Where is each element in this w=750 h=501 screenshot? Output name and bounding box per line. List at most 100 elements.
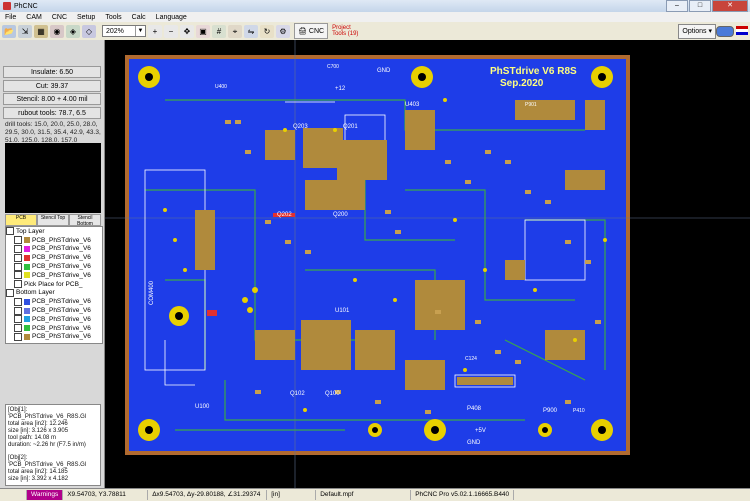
- rubout-icon[interactable]: ◇: [82, 24, 96, 38]
- layer-swatch: [24, 237, 30, 244]
- cnc-label: CNC: [308, 27, 325, 35]
- checkbox[interactable]: [14, 244, 22, 253]
- insulate-label: Insulate: 6.50: [30, 69, 74, 76]
- layer-row[interactable]: PCB_PhSTdrive_V6: [6, 262, 102, 271]
- layer-list: Top Layer PCB_PhSTdrive_V6 PCB_PhSTdrive…: [5, 226, 103, 344]
- toggle-icon[interactable]: [716, 26, 734, 37]
- layer-row[interactable]: PCB_PhSTdrive_V6: [6, 315, 102, 324]
- layer-group-top[interactable]: Top Layer: [6, 227, 102, 236]
- checkbox[interactable]: [14, 262, 22, 271]
- checkbox[interactable]: [14, 315, 22, 324]
- layer-row[interactable]: PCB_PhSTdrive_V6: [6, 324, 102, 333]
- tab-stencil-top[interactable]: Stencil Top: [37, 214, 69, 226]
- cut-button[interactable]: Cut: 39.37: [3, 80, 101, 92]
- insulate-icon[interactable]: ◈: [66, 24, 80, 38]
- layer-row[interactable]: PCB_PhSTdrive_V6: [6, 332, 102, 342]
- zoom-out-icon[interactable]: −: [164, 24, 178, 38]
- label-q201: Q201: [343, 124, 358, 130]
- menu-bar: File CAM CNC Setup Tools Calc Language: [0, 12, 750, 22]
- mirror-icon[interactable]: ⇋: [244, 24, 258, 38]
- version-readout: PhCNC Pro v5.02.1.16665.B440: [411, 490, 515, 500]
- layer-swatch: [24, 245, 30, 252]
- checkbox[interactable]: [14, 332, 22, 341]
- title-bar: PhCNC – □ ✕: [0, 0, 750, 12]
- menu-file[interactable]: File: [0, 14, 21, 21]
- menu-language[interactable]: Language: [151, 14, 192, 21]
- label-q200: Q200: [333, 212, 348, 218]
- checkbox[interactable]: [14, 306, 22, 315]
- close-button[interactable]: ✕: [712, 0, 748, 12]
- checkbox[interactable]: [14, 253, 22, 262]
- rubout-button[interactable]: rubout tools: 78.7, 6.5: [3, 107, 101, 119]
- insulate-button[interactable]: Insulate: 6.50: [3, 66, 101, 78]
- layer-row[interactable]: PCB_PhSTdrive_V6: [6, 253, 102, 262]
- checkbox[interactable]: [14, 280, 22, 289]
- tab-pcb[interactable]: PCB: [5, 214, 37, 226]
- options-button[interactable]: Options ▾: [678, 24, 716, 39]
- label-com400: COM400: [149, 280, 155, 305]
- layer-label: PCB_PhSTdrive_V6: [32, 254, 91, 262]
- zoom-select[interactable]: 202% ▼: [102, 25, 146, 37]
- label-q100: Q100: [325, 391, 340, 397]
- open-icon[interactable]: 📂: [2, 24, 16, 38]
- layer-swatch: [24, 263, 30, 270]
- grid-icon[interactable]: #: [212, 24, 226, 38]
- checkbox[interactable]: [6, 227, 14, 236]
- status-blank: [0, 490, 27, 500]
- info-line: total area [in2]: 12.246: [8, 421, 68, 427]
- layer-row[interactable]: PCB_PhSTdrive_V6: [6, 306, 102, 315]
- fit-icon[interactable]: ▣: [196, 24, 210, 38]
- app-icon: [3, 2, 11, 10]
- layer-row[interactable]: Pick Place for PCB_: [6, 280, 102, 289]
- settings-icon[interactable]: ⚙: [276, 24, 290, 38]
- layer-row[interactable]: PCB_PhSTdrive_V6: [6, 236, 102, 245]
- checkbox[interactable]: [14, 297, 22, 306]
- project-tools-label: Project Tools (19): [332, 25, 359, 37]
- label-gnd-bottom: GND: [467, 440, 481, 446]
- checkbox[interactable]: [6, 288, 14, 297]
- rotate-icon[interactable]: ↻: [260, 24, 274, 38]
- layer-group-bottom[interactable]: Bottom Layer: [6, 288, 102, 298]
- board-date-text: Sep.2020: [500, 78, 544, 89]
- pcb-view[interactable]: PhSTdrive V6 R8S Sep.2020 C700 GND +12 U…: [105, 40, 750, 488]
- menu-calc[interactable]: Calc: [127, 14, 151, 21]
- menu-setup[interactable]: Setup: [72, 14, 100, 21]
- label-u100: U100: [195, 404, 210, 410]
- measure-icon[interactable]: ⌖: [228, 24, 242, 38]
- checkbox[interactable]: [14, 236, 22, 245]
- tab-stencil-bottom[interactable]: Stencil Bottom: [69, 214, 101, 227]
- cnc-button[interactable]: 🖨 CNC: [294, 23, 329, 39]
- minimize-button[interactable]: –: [666, 0, 688, 12]
- coords-readout: X9.54703, Y3.78811: [63, 490, 149, 500]
- menu-cam[interactable]: CAM: [21, 14, 47, 21]
- warnings-badge[interactable]: Warnings: [27, 490, 64, 500]
- units-readout: [in]: [267, 490, 317, 500]
- project-tools-button[interactable]: Project Tools (19): [332, 25, 366, 37]
- zoom-in-icon[interactable]: +: [148, 24, 162, 38]
- status-bar: Warnings X9.54703, Y3.78811 Δx9.54703, Δ…: [0, 488, 750, 501]
- layer-row[interactable]: PCB_PhSTdrive_V6: [6, 271, 102, 280]
- label-q102: Q102: [290, 391, 305, 397]
- layer-tabs: PCB Stencil Top Stencil Bottom: [5, 214, 101, 227]
- pan-icon[interactable]: ✥: [180, 24, 194, 38]
- tool-preview: [5, 143, 101, 213]
- layers-icon[interactable]: ▦: [34, 24, 48, 38]
- drill-icon[interactable]: ◉: [50, 24, 64, 38]
- import-icon[interactable]: ⇲: [18, 24, 32, 38]
- pcb-canvas[interactable]: PhSTdrive V6 R8S Sep.2020 C700 GND +12 U…: [105, 40, 750, 488]
- checkbox[interactable]: [14, 324, 22, 333]
- menu-cnc[interactable]: CNC: [47, 14, 72, 21]
- layer-swatch: [24, 272, 30, 279]
- toolbar: 📂 ⇲ ▦ ◉ ◈ ◇ 202% ▼ + − ✥ ▣ # ⌖ ⇋ ↻ ⚙ 🖨 CNC…: [0, 22, 750, 41]
- layer-swatch: [24, 333, 30, 340]
- info-line: [Obj[1]: 'PCB_PhSTdrive_V6_R8S.Gl: [8, 407, 87, 420]
- layer-label: PCB_PhSTdrive_V6: [32, 236, 91, 244]
- maximize-button[interactable]: □: [689, 0, 711, 12]
- stencil-button[interactable]: Stencil: 8.00 + 4.00 mil: [3, 93, 101, 105]
- label-5v: +5V: [475, 428, 486, 434]
- layer-row[interactable]: PCB_PhSTdrive_V6: [6, 244, 102, 254]
- flag-icon[interactable]: [736, 26, 748, 35]
- menu-tools[interactable]: Tools: [100, 14, 126, 21]
- checkbox[interactable]: [14, 271, 22, 280]
- layer-row[interactable]: PCB_PhSTdrive_V6: [6, 297, 102, 306]
